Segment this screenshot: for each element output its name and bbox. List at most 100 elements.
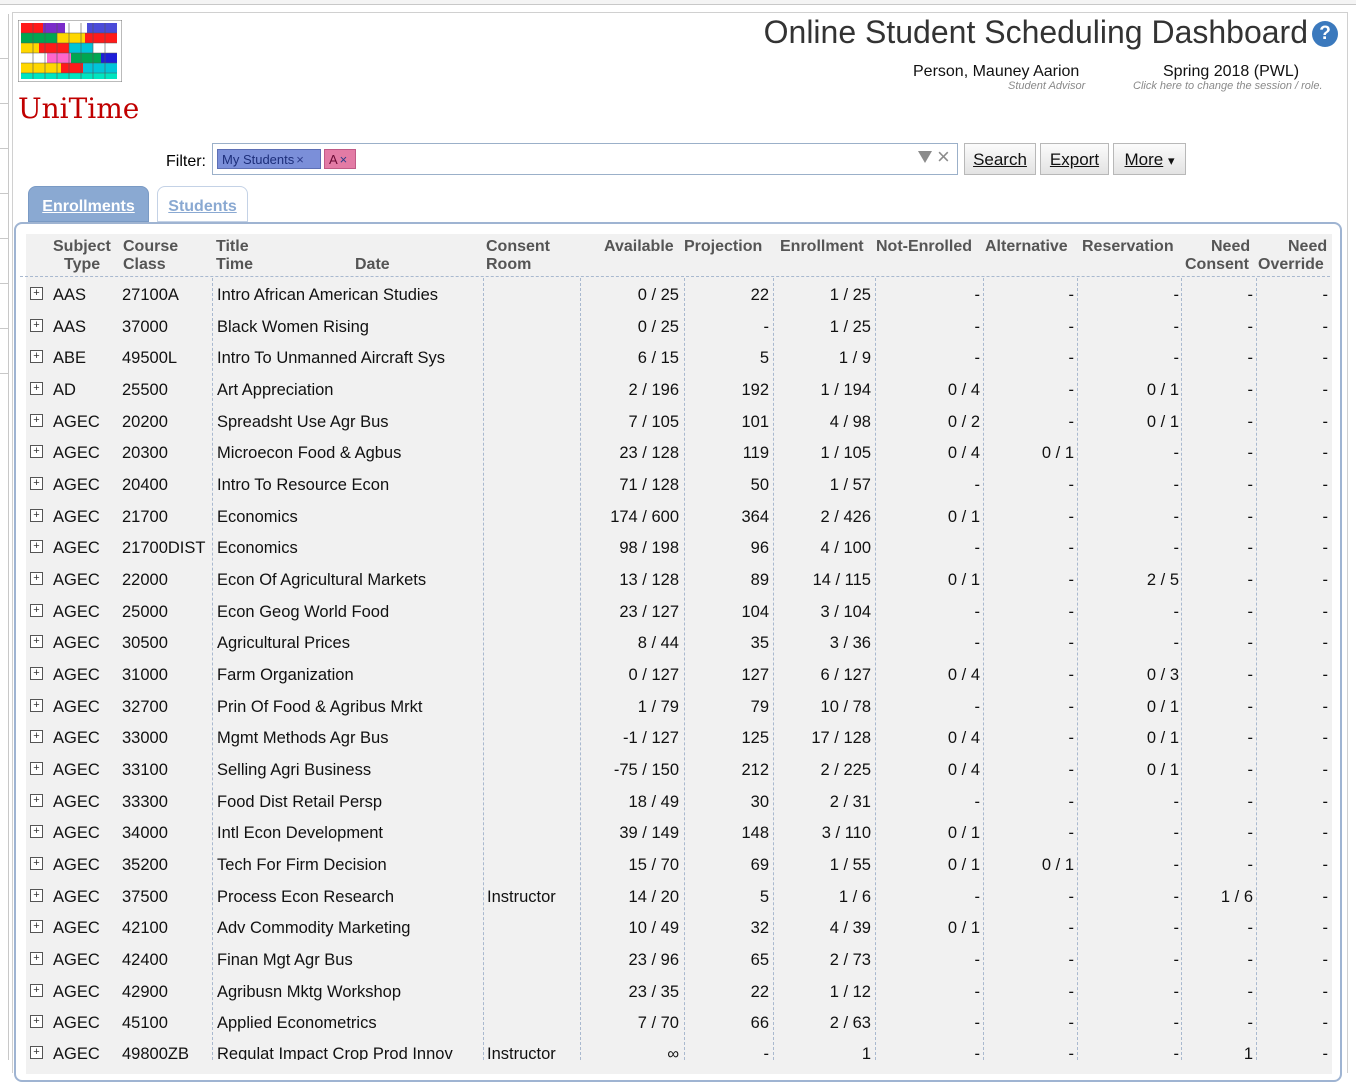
expand-icon[interactable]: + bbox=[30, 382, 43, 395]
cell-need-consent: - bbox=[1247, 951, 1254, 969]
session-hint[interactable]: Click here to change the session / role. bbox=[1133, 80, 1323, 92]
cell-reservation: - bbox=[1173, 318, 1180, 336]
table-row[interactable]: + AGEC 31000 Farm Organization 0 / 127 127 6 /… bbox=[24, 659, 1334, 691]
table-row[interactable]: + AGEC 35200 Tech For Firm Decision 15 / 70 6… bbox=[24, 849, 1334, 881]
table-row[interactable]: + AGEC 33100 Selling Agri Business -75 / 150… bbox=[24, 754, 1334, 786]
expand-icon[interactable]: + bbox=[30, 445, 43, 458]
cell-reservation: - bbox=[1173, 1045, 1180, 1060]
cell-subject: AAS bbox=[53, 286, 87, 304]
table-row[interactable]: + AGEC 32700 Prin Of Food & Agribus Mrkt 1 /… bbox=[24, 691, 1334, 723]
filter-chip-my-students[interactable]: My Students × bbox=[217, 149, 321, 169]
table-row[interactable]: + AGEC 34000 Intl Econ Development 39 / 149 1… bbox=[24, 817, 1334, 849]
cell-need-override: - bbox=[1322, 983, 1329, 1001]
table-row[interactable]: + AGEC 33300 Food Dist Retail Persp 18 / 49 3… bbox=[24, 786, 1334, 818]
header-projection[interactable]: Projection bbox=[684, 238, 762, 256]
cell-title: Mgmt Methods Agr Bus bbox=[217, 729, 389, 747]
table-row[interactable]: + AGEC 22000 Econ Of Agricultural Markets 13… bbox=[24, 564, 1334, 596]
header-available[interactable]: Available bbox=[604, 238, 674, 256]
header-alternative[interactable]: Alternative bbox=[985, 238, 1068, 256]
expand-icon[interactable]: + bbox=[30, 477, 43, 490]
unitime-logo[interactable]: UniTime bbox=[18, 20, 139, 130]
expand-icon[interactable]: + bbox=[30, 350, 43, 363]
chip-remove-icon[interactable]: × bbox=[340, 152, 348, 167]
expand-icon[interactable]: + bbox=[30, 509, 43, 522]
more-button[interactable]: More ▾ bbox=[1113, 143, 1186, 175]
expand-icon[interactable]: + bbox=[30, 920, 43, 933]
header-date[interactable]: Date bbox=[355, 256, 390, 274]
table-row[interactable]: + AGEC 42100 Adv Commodity Marketing 10 / 49… bbox=[24, 912, 1334, 944]
expand-icon[interactable]: + bbox=[30, 319, 43, 332]
expand-icon[interactable]: + bbox=[30, 1046, 43, 1059]
cell-available: 23 / 96 bbox=[628, 951, 679, 969]
expand-icon[interactable]: + bbox=[30, 730, 43, 743]
user-name[interactable]: Person, Mauney Aarion bbox=[913, 63, 1079, 81]
user-role: Student Advisor bbox=[1008, 80, 1086, 92]
help-icon[interactable]: ? bbox=[1312, 21, 1338, 47]
cell-alternative: - bbox=[1068, 761, 1075, 779]
table-row[interactable]: + AGEC 45100 Applied Econometrics 7 / 70 66 2 … bbox=[24, 1007, 1334, 1039]
header-need[interactable]: Need bbox=[1288, 238, 1327, 256]
expand-icon[interactable]: + bbox=[30, 667, 43, 680]
tab-students[interactable]: Students bbox=[157, 186, 248, 222]
expand-icon[interactable]: + bbox=[30, 635, 43, 648]
header-consent-need[interactable]: Consent bbox=[1185, 256, 1249, 274]
table-row[interactable]: + AGEC 20300 Microecon Food & Agbus 23 / 128… bbox=[24, 437, 1334, 469]
table-row[interactable]: + AGEC 21700DIST Economics 98 / 198 96 4 / 100… bbox=[24, 532, 1334, 564]
expand-icon[interactable]: + bbox=[30, 604, 43, 617]
chip-remove-icon[interactable]: × bbox=[296, 152, 304, 167]
expand-icon[interactable]: + bbox=[30, 857, 43, 870]
filter-input[interactable]: My Students × A × bbox=[212, 143, 958, 175]
table-row[interactable]: + AGEC 49800ZB Regulat Impact Crop Prod Inn… bbox=[24, 1038, 1334, 1060]
table-row[interactable]: + AGEC 42900 Agribusn Mktg Workshop 23 / 35 2… bbox=[24, 976, 1334, 1008]
expand-icon[interactable]: + bbox=[30, 540, 43, 553]
header-title[interactable]: Title bbox=[216, 238, 249, 256]
expand-icon[interactable]: + bbox=[30, 287, 43, 300]
header-reservation[interactable]: Reservation bbox=[1082, 238, 1174, 256]
header-subject[interactable]: Subject bbox=[53, 238, 111, 256]
cell-reservation: - bbox=[1173, 888, 1180, 906]
table-row[interactable]: + AGEC 30500 Agricultural Prices 8 / 44 35 3 /… bbox=[24, 627, 1334, 659]
cell-title: Intro To Resource Econ bbox=[217, 476, 390, 494]
header-consent[interactable]: Consent bbox=[486, 238, 550, 256]
cell-title: Finan Mgt Agr Bus bbox=[217, 951, 353, 969]
button-label: Export bbox=[1049, 150, 1100, 169]
header-class[interactable]: Class bbox=[123, 256, 166, 274]
expand-icon[interactable]: + bbox=[30, 1015, 43, 1028]
header-room[interactable]: Room bbox=[486, 256, 531, 274]
table-row[interactable]: + AGEC 25000 Econ Geog World Food 23 / 127 10… bbox=[24, 596, 1334, 628]
search-button[interactable]: Search bbox=[964, 143, 1036, 175]
table-row[interactable]: + AAS 37000 Black Women Rising 0 / 25 - 1 / 25… bbox=[24, 311, 1334, 343]
expand-icon[interactable]: + bbox=[30, 572, 43, 585]
expand-icon[interactable]: + bbox=[30, 984, 43, 997]
table-row[interactable]: + AGEC 20400 Intro To Resource Econ 71 / 128… bbox=[24, 469, 1334, 501]
table-row[interactable]: + AGEC 21700 Economics 174 / 600 364 2 / 426 0 … bbox=[24, 501, 1334, 533]
expand-icon[interactable]: + bbox=[30, 762, 43, 775]
table-row[interactable]: + AGEC 20200 Spreadsht Use Agr Bus 7 / 105 10… bbox=[24, 406, 1334, 438]
expand-icon[interactable]: + bbox=[30, 699, 43, 712]
header-enrollment[interactable]: Enrollment bbox=[780, 238, 864, 256]
cell-need-override: - bbox=[1322, 444, 1329, 462]
filter-chip-a[interactable]: A × bbox=[324, 149, 356, 169]
filter-clear-icon[interactable]: × bbox=[937, 144, 950, 170]
table-row[interactable]: + AGEC 42400 Finan Mgt Agr Bus 23 / 96 65 2 / … bbox=[24, 944, 1334, 976]
tab-enrollments[interactable]: Enrollments bbox=[28, 186, 149, 222]
expand-icon[interactable]: + bbox=[30, 794, 43, 807]
table-row[interactable]: + AAS 27100A Intro African American Studies… bbox=[24, 279, 1334, 311]
filter-dropdown-icon[interactable] bbox=[918, 151, 932, 163]
export-button[interactable]: Export bbox=[1040, 143, 1109, 175]
expand-icon[interactable]: + bbox=[30, 952, 43, 965]
session-name[interactable]: Spring 2018 (PWL) bbox=[1163, 63, 1299, 81]
header-time[interactable]: Time bbox=[216, 256, 253, 274]
table-row[interactable]: + ABE 49500L Intro To Unmanned Aircraft Sys… bbox=[24, 342, 1334, 374]
table-row[interactable]: + AD 25500 Art Appreciation 2 / 196 192 1 / 19… bbox=[24, 374, 1334, 406]
table-row[interactable]: + AGEC 33000 Mgmt Methods Agr Bus -1 / 127 12… bbox=[24, 722, 1334, 754]
header-override[interactable]: Override bbox=[1258, 256, 1324, 274]
header-type[interactable]: Type bbox=[64, 256, 100, 274]
expand-icon[interactable]: + bbox=[30, 889, 43, 902]
header-course[interactable]: Course bbox=[123, 238, 178, 256]
expand-icon[interactable]: + bbox=[30, 414, 43, 427]
header-not-enrolled[interactable]: Not-Enrolled bbox=[876, 238, 972, 256]
table-row[interactable]: + AGEC 37500 Process Econ Research Instructo… bbox=[24, 881, 1334, 913]
expand-icon[interactable]: + bbox=[30, 825, 43, 838]
header-need[interactable]: Need bbox=[1211, 238, 1250, 256]
